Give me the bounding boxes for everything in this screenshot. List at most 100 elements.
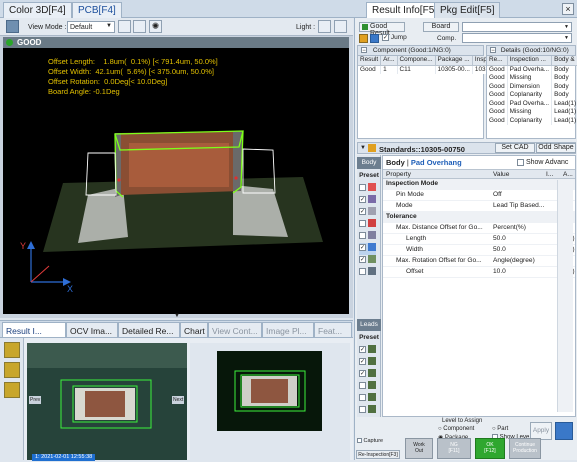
inspection-checkbox[interactable] [359,231,366,239]
property-row[interactable]: Max. Distance Offset for Go... Percent(%) [383,223,575,234]
list-item[interactable] [359,231,376,243]
ng-filter-icon[interactable] [359,34,368,43]
property-value[interactable]: Lead Tip Based... [493,201,544,212]
property-value[interactable]: Angle(degree) [493,256,535,267]
property-value[interactable]: 50.0 [493,245,506,256]
inspection-checkbox[interactable] [359,405,366,413]
body-tab[interactable]: Body [357,157,381,169]
property-scroll-area[interactable] [557,180,573,412]
table-row[interactable]: Good Missing Body [487,74,577,83]
result-image-right[interactable] [217,351,322,431]
inspection-checkbox[interactable] [359,183,366,191]
tab-pcb[interactable]: PCB[F4] [72,2,122,18]
list-item[interactable]: ✓ [359,369,376,381]
details-collapse-icon[interactable]: − [490,47,496,54]
table-row[interactable]: Good 1 C11 10305-00... 103 [358,65,490,74]
list-item[interactable]: ✓ [359,243,376,255]
property-row[interactable]: Pin Mode Off [383,190,575,201]
tab-pkg-edit[interactable]: Pkg Edit[F5] [434,2,501,18]
board-button[interactable]: Board [423,22,459,32]
property-row[interactable]: Max. Rotation Offset for Go... Angle(degr… [383,256,575,267]
tab-image-plot[interactable]: Image Pl... [262,322,314,338]
value-header-label[interactable]: Value [493,170,509,179]
view-mode-select[interactable]: Default ▼ [67,21,115,33]
comp-select[interactable]: ▼ [462,33,572,43]
table-header[interactable]: Body & ... [551,56,577,66]
property-value[interactable]: 10.0 [493,267,506,278]
save-icon[interactable] [555,422,573,440]
list-item[interactable] [359,183,376,195]
light-settings-icon[interactable] [334,20,347,33]
table-row[interactable]: Good Missing Lead(1) [487,108,577,117]
list-item[interactable] [359,219,376,231]
property-row[interactable]: Length50.0(0.1) [383,234,575,245]
measure-tool-icon[interactable] [4,382,20,398]
inspection-checkbox[interactable]: ✓ [359,243,366,251]
list-item[interactable]: ✓ [359,195,376,207]
result-image-left[interactable]: Prev Next 1: 2021-02-01 12:55:38 [27,343,187,461]
list-item[interactable] [359,267,376,279]
reinspection-button[interactable]: Re-Inspection[F3] [356,450,400,459]
property-header-label[interactable]: Property [386,170,411,179]
property-row[interactable]: Tolerance [383,212,575,223]
radio-component[interactable]: ○ Component [438,426,474,432]
property-value[interactable]: 50.0 [493,234,506,245]
list-item[interactable]: ✓ [359,207,376,219]
tab-color-3d[interactable]: Color 3D[F4] [3,2,72,18]
tab-result-image[interactable]: Result I... [2,322,66,338]
light-icon[interactable] [318,20,331,33]
table-header[interactable]: Result [358,56,382,66]
jump-checkbox[interactable]: ✓ Jump [382,34,407,41]
property-row[interactable]: Mode Lead Tip Based... [383,201,575,212]
refresh-icon[interactable] [370,34,379,43]
view-3d-canvas[interactable]: GOOD Offset Length: 1.8um( 0.1%) [< 791.… [3,37,349,314]
grid-icon[interactable] [133,20,146,33]
tab-result-info[interactable]: Result Info[F5] [366,2,444,18]
list-item[interactable] [359,393,376,405]
table-row[interactable]: Good Pad Overha... Lead(1) [487,99,577,108]
view-3d-icon[interactable] [6,20,19,33]
tab-chart[interactable]: Chart [180,322,208,338]
odd-shape-button[interactable]: Odd Shape [536,143,576,153]
property-row[interactable]: Width50.0(5.6) [383,245,575,256]
tab-view-control[interactable]: View Cont... [208,322,262,338]
radio-part[interactable]: ○ Part [492,426,508,432]
table-header[interactable]: Ar... [380,56,398,66]
chevron-down-icon[interactable]: ▼ [360,145,366,151]
property-row[interactable]: Inspection Mode [383,179,575,190]
inspection-checkbox[interactable]: ✓ [359,207,366,215]
a-header-label[interactable]: A... [563,170,573,179]
inspection-checkbox[interactable]: ✓ [359,369,366,377]
tab-ocv-image[interactable]: OCV Ima... [66,322,118,338]
list-item[interactable]: ✓ [359,255,376,267]
inspection-checkbox[interactable]: ✓ [359,195,366,203]
list-item[interactable]: ✓ [359,357,376,369]
work-out-button[interactable]: Work Out [405,438,433,459]
inspection-checkbox[interactable]: ✓ [359,357,366,365]
good-result-button[interactable]: Good Result [359,22,405,37]
board-select[interactable]: ▼ [462,22,572,32]
component-collapse-icon[interactable]: − [361,47,367,54]
sun-icon[interactable]: ✺ [149,20,162,33]
property-value[interactable]: Off [493,190,502,201]
inspection-checkbox[interactable]: ✓ [359,255,366,263]
next-button[interactable]: Next [172,396,185,404]
continue-production-button[interactable]: Continue Production [509,438,541,459]
window-close-icon[interactable]: × [562,3,574,15]
table-row[interactable]: Good Coplanarity Lead(1) [487,116,577,125]
property-row[interactable]: Offset10.0(0.0) [383,267,575,278]
table-header[interactable]: Package ... [435,56,473,66]
tab-feature[interactable]: Feat... [314,322,352,338]
inspection-checkbox[interactable] [359,219,366,227]
prev-button[interactable]: Prev [29,396,42,404]
inspection-checkbox[interactable] [359,267,366,275]
list-item[interactable] [359,405,376,417]
show-advanced-checkbox[interactable]: Show Advanc [517,156,568,169]
inspection-checkbox[interactable] [359,381,366,389]
ng-button[interactable]: NG [F11] [437,438,471,459]
set-cad-button[interactable]: Set CAD [495,143,535,153]
table-row[interactable]: Good Pad Overha... Body [487,65,577,74]
zoom-fit-icon[interactable] [118,20,131,33]
table-header[interactable]: Inspection ... [507,56,553,66]
list-item[interactable] [359,381,376,393]
